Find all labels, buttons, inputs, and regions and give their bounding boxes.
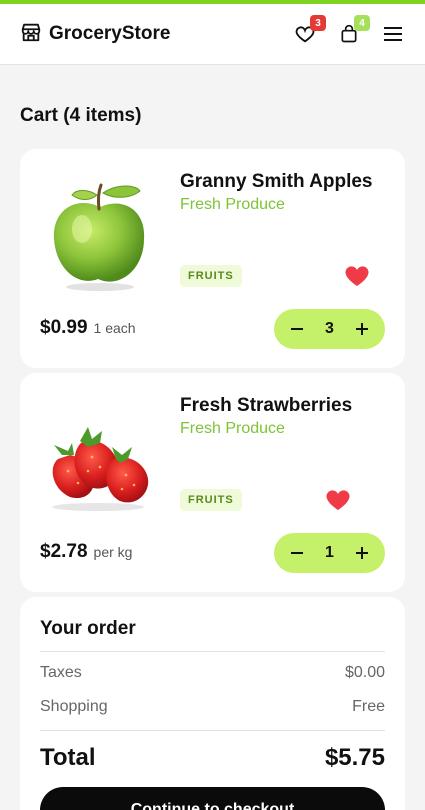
total-label: Total <box>40 744 96 771</box>
decrease-quantity-button[interactable] <box>288 544 306 562</box>
increase-quantity-button[interactable] <box>353 544 371 562</box>
summary-title: Your order <box>40 618 136 639</box>
product-category[interactable]: Fresh Produce <box>180 420 285 438</box>
total-value: $5.75 <box>324 744 385 771</box>
cart-item: Granny Smith Apples Fresh Produce FRUITS… <box>20 149 405 368</box>
price-unit: per kg <box>93 544 133 560</box>
shipping-row: Shopping Free <box>40 698 385 716</box>
product-image-strawberries <box>40 397 160 517</box>
taxes-row: Taxes $0.00 <box>40 664 385 682</box>
quantity-value: 3 <box>325 320 334 337</box>
hamburger-menu-icon <box>384 27 402 41</box>
wishlist-count-badge: 3 <box>310 15 326 31</box>
divider <box>40 730 385 731</box>
increase-quantity-button[interactable] <box>353 320 371 338</box>
taxes-label: Taxes <box>40 664 82 681</box>
product-title[interactable]: Granny Smith Apples <box>180 171 373 193</box>
product-image-green-apple <box>40 173 160 293</box>
price-unit: 1 each <box>93 320 136 336</box>
shipping-value: Free <box>352 698 385 715</box>
cart-heading: Cart (4 items) <box>20 105 141 127</box>
app-header: GroceryStore 3 4 <box>0 4 425 65</box>
cart-item-count: (4 items) <box>63 105 142 126</box>
quantity-stepper: 1 <box>274 533 385 573</box>
checkout-button[interactable]: Continue to checkout <box>40 787 385 810</box>
price-block: $0.99 1 each <box>40 317 136 339</box>
category-tag: FRUITS <box>180 489 242 511</box>
taxes-value: $0.00 <box>344 664 385 681</box>
menu-button[interactable] <box>381 22 405 46</box>
bag-count-badge: 4 <box>354 15 370 31</box>
brand-name: GroceryStore <box>49 23 171 44</box>
quantity-stepper: 3 <box>274 309 385 349</box>
product-price: $0.99 <box>40 317 88 338</box>
plus-icon <box>356 323 368 335</box>
category-tag: FRUITS <box>180 265 242 287</box>
product-category[interactable]: Fresh Produce <box>180 196 285 214</box>
wishlist-button[interactable]: 3 <box>293 15 326 46</box>
product-price: $2.78 <box>40 541 88 562</box>
divider <box>40 651 385 652</box>
plus-icon <box>356 547 368 559</box>
bag-button[interactable]: 4 <box>337 15 370 46</box>
decrease-quantity-button[interactable] <box>288 320 306 338</box>
price-block: $2.78 per kg <box>40 541 132 563</box>
quantity-value: 1 <box>325 544 334 561</box>
favorite-heart-icon[interactable] <box>345 265 369 287</box>
order-summary: Your order Taxes $0.00 Shopping Free Tot… <box>20 597 405 810</box>
favorite-heart-icon[interactable] <box>326 489 350 511</box>
minus-icon <box>291 328 303 330</box>
brand[interactable]: GroceryStore <box>20 21 170 48</box>
store-icon <box>20 21 42 48</box>
cart-item: Fresh Strawberries Fresh Produce FRUITS … <box>20 373 405 592</box>
cart-title: Cart <box>20 105 59 126</box>
shipping-label: Shopping <box>40 698 108 715</box>
product-title[interactable]: Fresh Strawberries <box>180 395 352 417</box>
minus-icon <box>291 552 303 554</box>
total-row: Total $5.75 <box>40 744 385 772</box>
